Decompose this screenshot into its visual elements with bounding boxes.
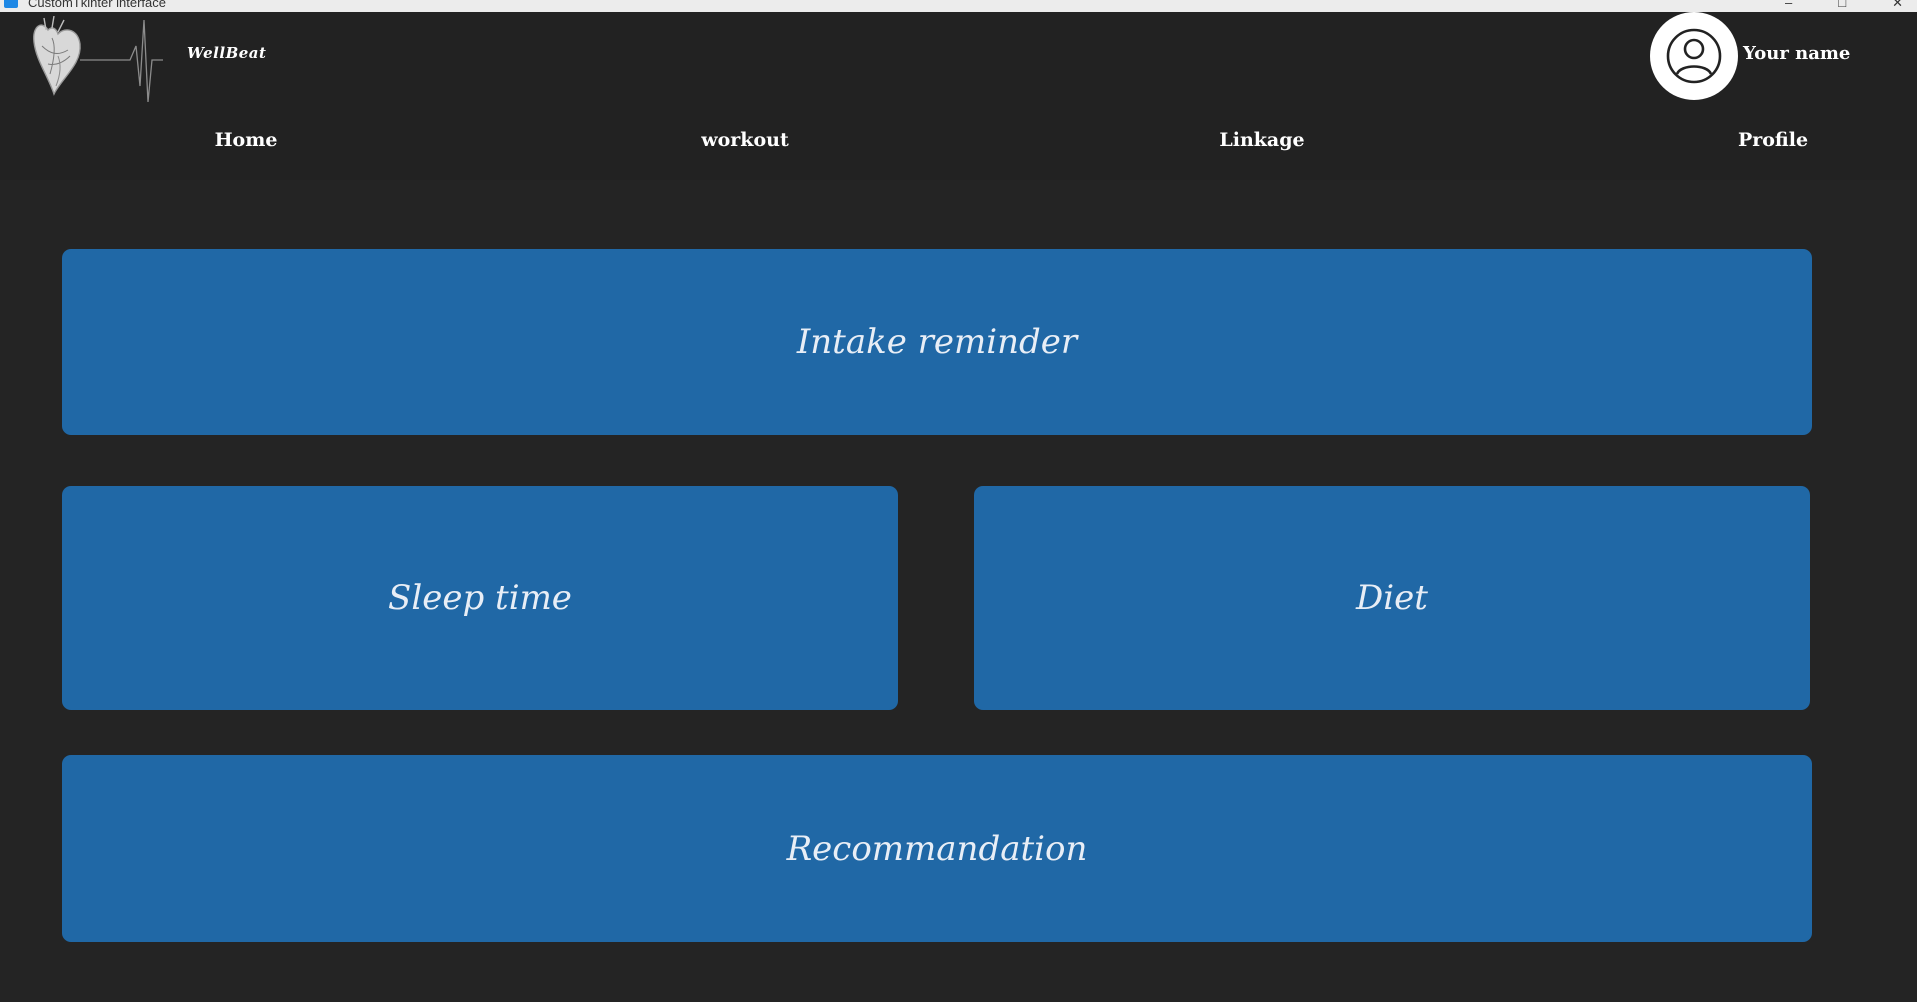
app-window: CustomTkinter interface – □ ✕ WellBeat Y… — [0, 0, 1917, 1002]
title-bar: CustomTkinter interface – □ ✕ — [0, 0, 1917, 12]
window-controls: – □ ✕ — [1785, 0, 1903, 11]
sleep-time-label: Sleep time — [388, 578, 572, 618]
app-icon — [4, 0, 18, 8]
nav-home[interactable]: Home — [215, 129, 278, 151]
intake-reminder-button[interactable]: Intake reminder — [62, 249, 1812, 435]
recommendation-button[interactable]: Recommandation — [62, 755, 1812, 942]
diet-label: Diet — [1356, 578, 1428, 618]
nav-profile[interactable]: Profile — [1738, 129, 1808, 151]
recommendation-label: Recommandation — [786, 828, 1088, 869]
username-label: Your name — [1743, 43, 1851, 64]
sleep-time-button[interactable]: Sleep time — [62, 486, 898, 710]
maximize-button[interactable]: □ — [1838, 0, 1846, 11]
window-title: CustomTkinter interface — [28, 0, 166, 10]
intake-reminder-label: Intake reminder — [796, 322, 1078, 362]
heart-ecg-logo-icon — [28, 15, 163, 103]
diet-button[interactable]: Diet — [974, 486, 1810, 710]
close-button[interactable]: ✕ — [1892, 0, 1903, 11]
header: WellBeat Your name Home workout Linkage … — [0, 12, 1917, 180]
brand-name: WellBeat — [187, 44, 267, 62]
nav-workout[interactable]: workout — [701, 129, 788, 151]
user-avatar-icon[interactable] — [1650, 12, 1738, 100]
nav-linkage[interactable]: Linkage — [1219, 129, 1304, 151]
minimize-button[interactable]: – — [1785, 0, 1792, 11]
